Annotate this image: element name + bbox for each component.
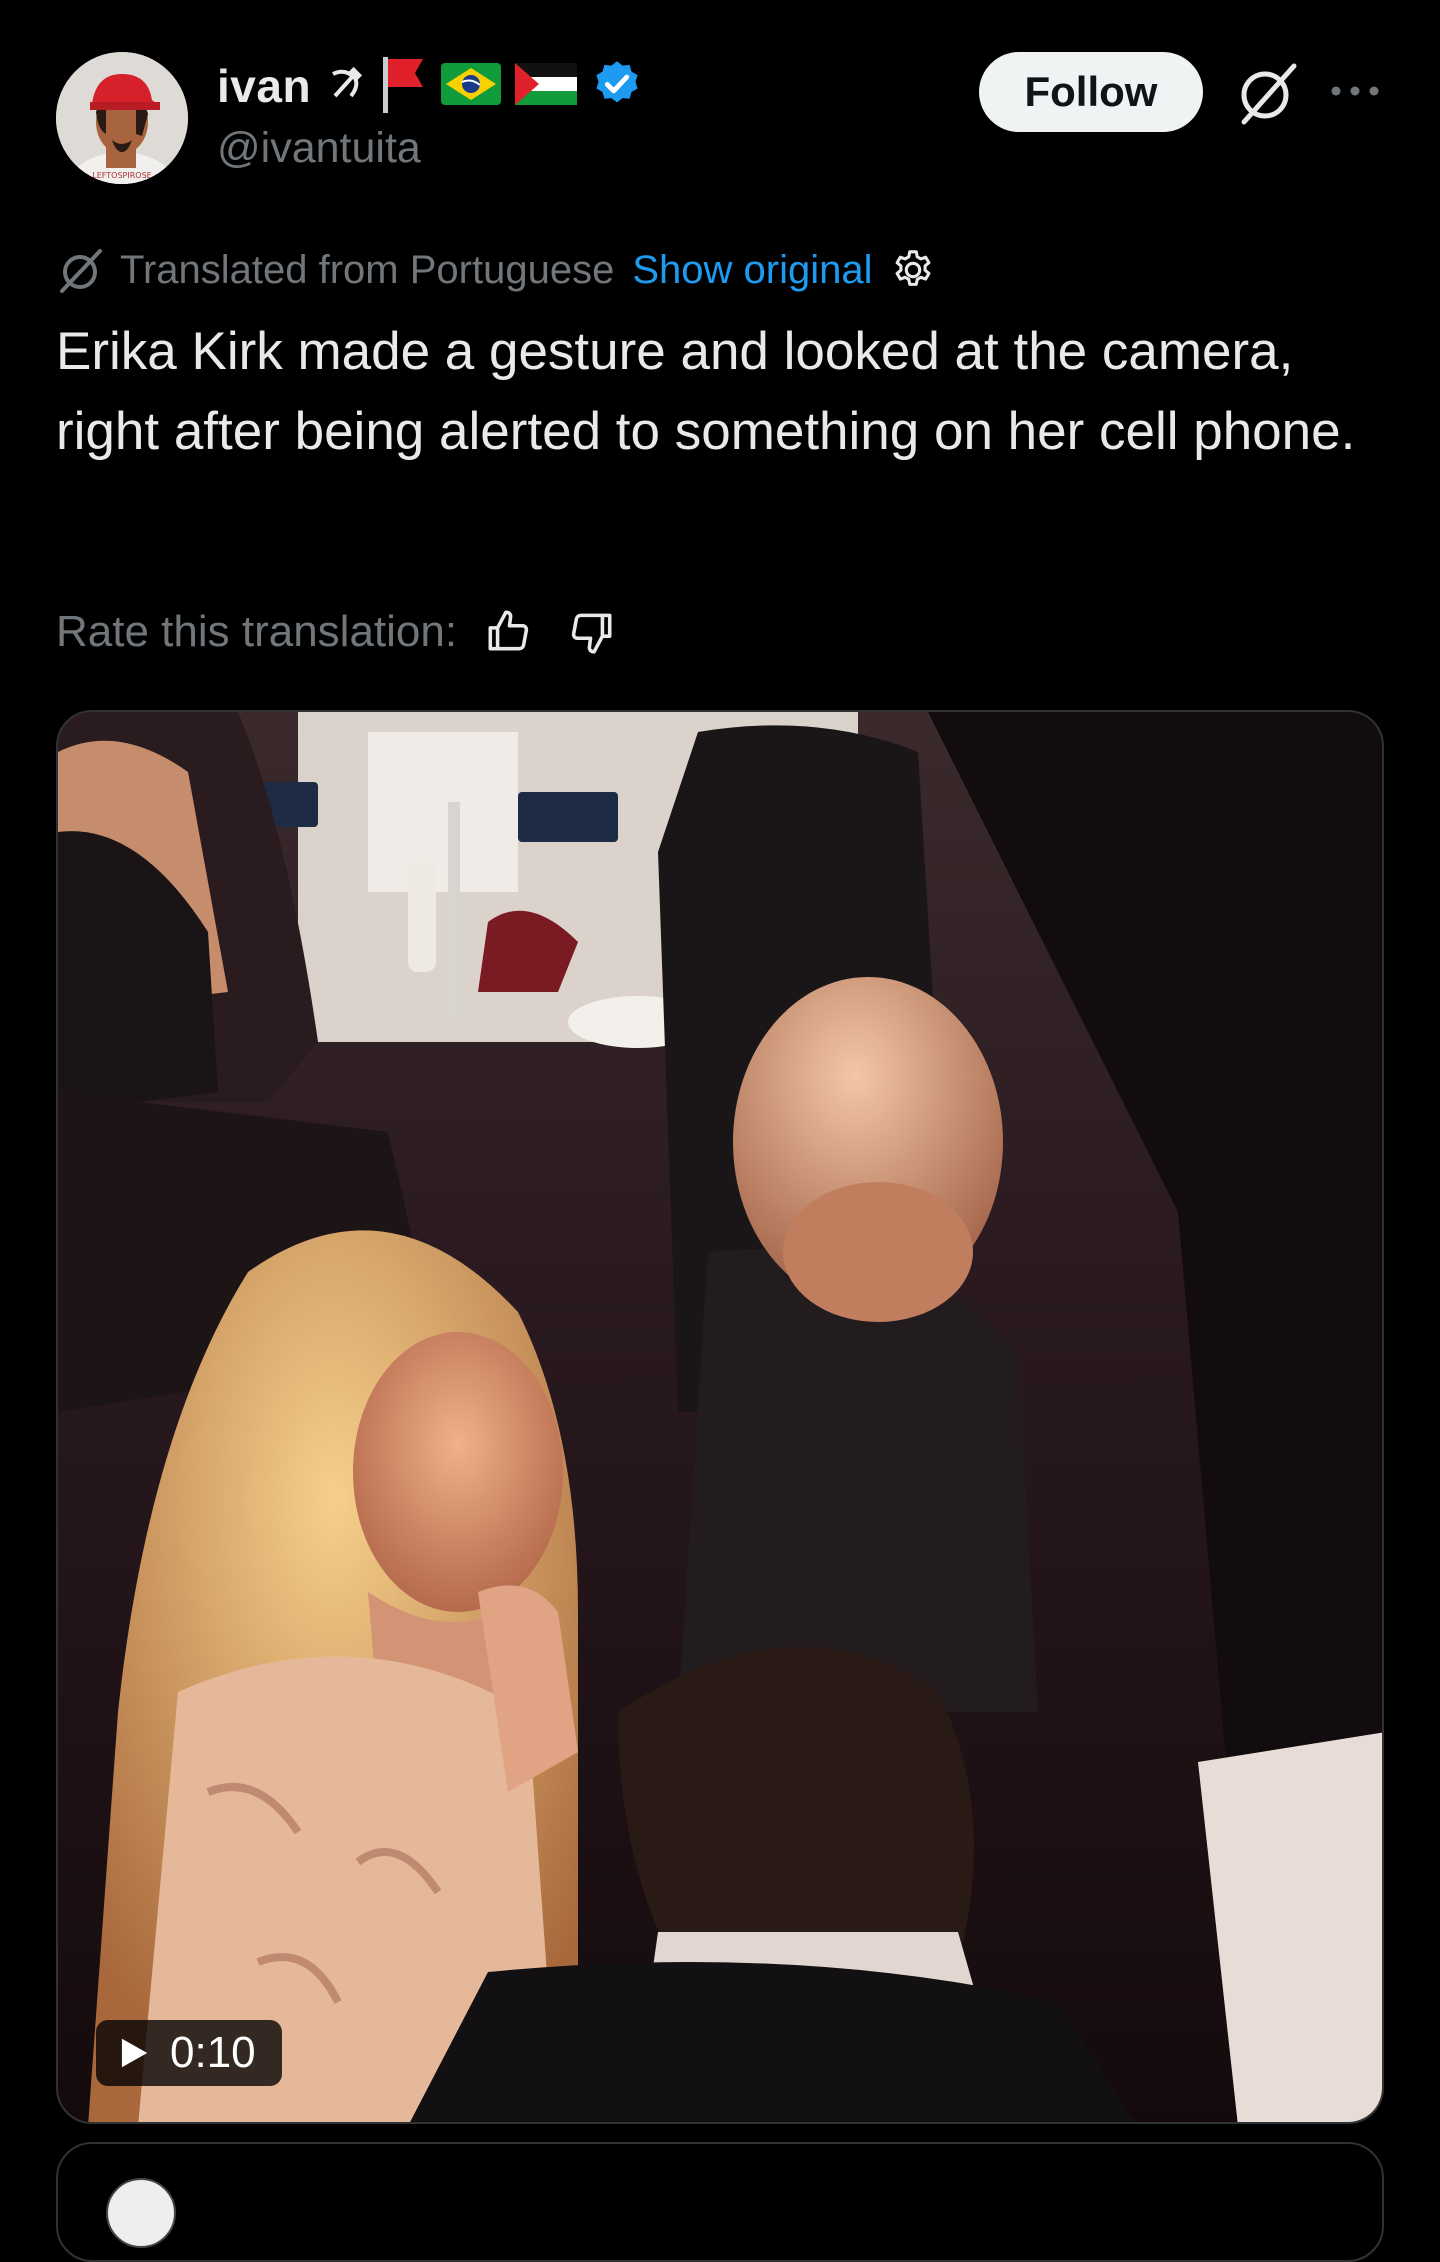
thumbs-down-icon[interactable] (567, 607, 617, 657)
red-flag-emoji (379, 55, 427, 118)
grok-icon[interactable] (1230, 56, 1304, 130)
settings-icon[interactable] (890, 247, 936, 293)
author-name-row[interactable]: ivan (217, 54, 643, 118)
rate-translation-label: Rate this translation: (56, 607, 458, 656)
author-handle[interactable]: @ivantuita (217, 124, 421, 173)
avatar-image: LEFTOSPIROSE (56, 52, 188, 184)
translated-from-text: Translated from Portuguese (120, 247, 615, 292)
next-post-avatar (106, 2178, 176, 2248)
palestine-flag-emoji (515, 62, 578, 110)
video-player[interactable] (56, 710, 1384, 2124)
post-text: Erika Kirk made a gesture and looked at … (56, 322, 1356, 461)
avatar-cap-text: LEFTOSPIROSE (92, 171, 151, 180)
play-icon (121, 2038, 148, 2068)
video-duration-badge[interactable]: 0:10 (96, 2020, 282, 2086)
follow-button[interactable]: Follow (979, 52, 1203, 132)
video-duration: 0:10 (170, 2028, 256, 2077)
translation-notice: Translated from Portuguese Show original (56, 244, 936, 296)
rate-translation-row: Rate this translation: (56, 604, 617, 660)
show-original-link[interactable]: Show original (632, 248, 872, 293)
translate-icon (60, 249, 102, 293)
author-avatar[interactable]: LEFTOSPIROSE (56, 52, 188, 184)
next-post-card[interactable] (56, 2142, 1384, 2262)
verified-badge-icon (591, 58, 643, 115)
more-icon[interactable] (1324, 60, 1386, 122)
video-thumbnail (58, 712, 1382, 2122)
thumbs-up-icon[interactable] (483, 607, 533, 657)
author-display-name[interactable]: ivan (217, 59, 311, 113)
hammer-sickle-emoji (325, 64, 365, 109)
brazil-flag-emoji (441, 62, 502, 110)
